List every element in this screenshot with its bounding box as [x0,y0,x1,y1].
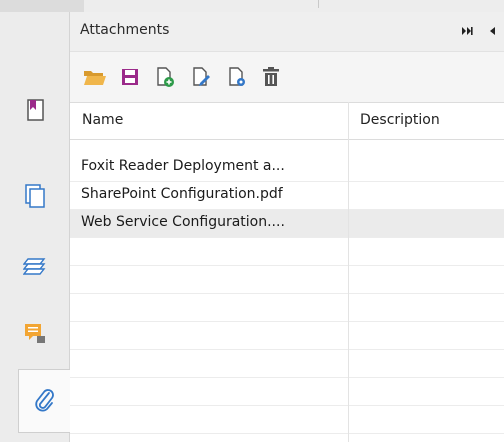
top-strip-gap [0,0,84,12]
nav-pages[interactable] [0,174,70,218]
table-row[interactable]: SharePoint Configuration.pdf [70,182,504,210]
empty-row [70,294,504,322]
expand-icon [462,27,473,35]
empty-row [70,378,504,406]
nav-attachments[interactable] [18,369,71,433]
delete-attachment-button[interactable] [256,62,286,92]
comments-icon [25,324,45,343]
navigation-sidebar [0,12,71,442]
column-separator[interactable] [348,102,349,442]
empty-row [70,322,504,350]
attachments-panel: Attachments Name Description Foxit Reade… [70,12,504,442]
edit-attachment-button[interactable] [186,62,216,92]
attachments-table: Name Description Foxit Reader Deployment… [70,102,504,442]
empty-row [70,350,504,378]
expand-panel-button[interactable] [458,20,476,42]
table-row-selected[interactable]: Web Service Configuration.... [70,210,504,238]
add-file-icon [157,67,174,87]
nav-comments[interactable] [0,312,70,356]
collapse-panel-button[interactable] [483,20,501,42]
open-attachment-button[interactable] [80,62,110,92]
layers-icon [23,258,46,275]
top-strip [0,0,504,12]
attachment-properties-button[interactable] [222,62,252,92]
open-folder-icon [84,71,106,85]
table-row[interactable]: Foxit Reader Deployment a... [70,154,504,182]
name-column-header[interactable]: Name [82,112,123,128]
attachments-icon [35,389,54,412]
edit-file-icon [193,67,210,86]
file-settings-icon [229,67,245,86]
panel-title: Attachments [80,22,170,38]
panel-header: Attachments [70,12,504,52]
bookmark-icon [27,99,44,121]
empty-row [70,406,504,434]
description-column-header[interactable]: Description [360,112,440,128]
nav-bookmarks[interactable] [0,88,70,132]
top-separator [318,0,319,8]
empty-row [70,238,504,266]
add-attachment-button[interactable] [150,62,180,92]
delete-icon [263,67,279,86]
attachment-name: Foxit Reader Deployment a... [81,158,285,174]
attachment-name: Web Service Configuration.... [81,214,285,230]
attachment-name: SharePoint Configuration.pdf [81,186,283,202]
save-attachment-button[interactable] [115,62,145,92]
attachments-toolbar [70,52,504,102]
empty-row [70,266,504,294]
pages-icon [25,184,45,208]
nav-layers[interactable] [0,244,70,288]
table-header: Name Description [70,102,504,140]
save-icon [122,69,138,85]
collapse-icon [490,27,495,35]
